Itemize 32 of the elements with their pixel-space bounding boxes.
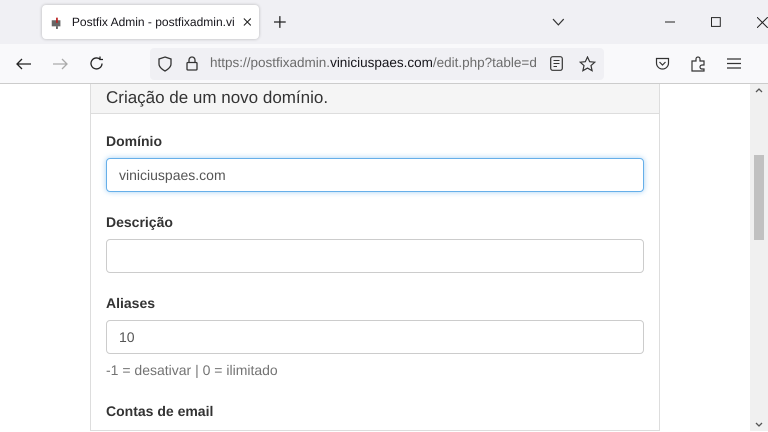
close-icon[interactable] bbox=[757, 16, 768, 28]
scrollbar-thumb[interactable] bbox=[754, 155, 764, 240]
star-icon[interactable] bbox=[579, 56, 596, 72]
puzzle-icon[interactable] bbox=[690, 56, 706, 72]
pocket-icon[interactable] bbox=[654, 56, 670, 70]
address-bar[interactable]: https://postfixadmin.viniciuspaes.com/edit.php?table=d bbox=[150, 48, 604, 80]
new-tab-icon[interactable] bbox=[274, 16, 286, 28]
field-label: Contas de email bbox=[106, 402, 214, 421]
minimize-icon[interactable] bbox=[664, 21, 676, 23]
url-text: https://postfixadmin.viniciuspaes.com/edit.php?table=d bbox=[210, 54, 538, 72]
close-icon[interactable] bbox=[242, 17, 252, 27]
reload-icon[interactable] bbox=[88, 56, 104, 71]
scrollbar[interactable] bbox=[750, 84, 768, 431]
browser-tab[interactable]: Postfix Admin - postfixadmin.vi bbox=[42, 5, 260, 39]
input-field[interactable]: 10 bbox=[106, 320, 644, 354]
field-label: Aliases bbox=[106, 294, 156, 313]
reader-view-icon[interactable] bbox=[550, 56, 563, 71]
scroll-up-icon[interactable] bbox=[755, 88, 763, 93]
field-label: Domínio bbox=[106, 132, 163, 151]
back-icon[interactable] bbox=[16, 58, 32, 70]
tab-title: Postfix Admin - postfixadmin.vi bbox=[72, 14, 235, 31]
panel-title: Criação de um novo domínio. bbox=[106, 88, 328, 107]
input-field[interactable] bbox=[106, 239, 644, 273]
lock-icon[interactable] bbox=[186, 56, 198, 71]
field-label: Descrição bbox=[106, 213, 174, 232]
maximize-icon[interactable] bbox=[711, 17, 722, 27]
input-field[interactable]: viniciuspaes.com bbox=[106, 158, 644, 192]
help-text: -1 = desativar | 0 = ilimitado bbox=[106, 361, 279, 380]
shield-icon[interactable] bbox=[158, 56, 172, 72]
scroll-down-icon[interactable] bbox=[755, 422, 763, 427]
chevron-down-icon[interactable] bbox=[552, 18, 565, 26]
menu-icon[interactable] bbox=[727, 58, 741, 69]
